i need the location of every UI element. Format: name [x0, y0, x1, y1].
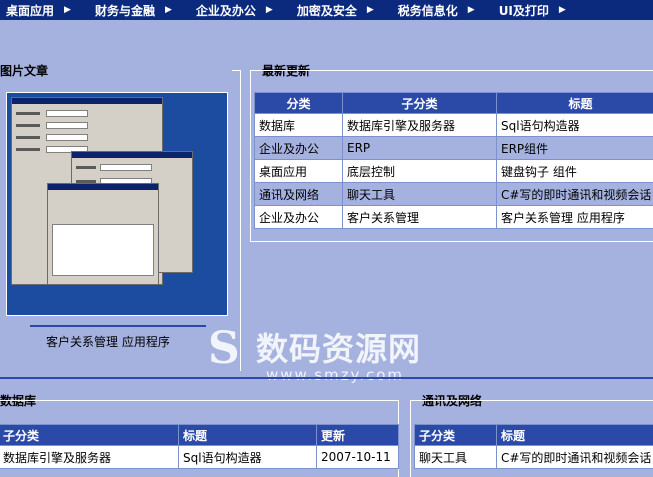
- thumb-grid: [52, 224, 154, 276]
- thumb-field: [100, 164, 152, 171]
- table-cell[interactable]: C#写的即时通讯和视频会话: [497, 446, 653, 469]
- table-row[interactable]: 通讯及网络 聊天工具 C#写的即时通讯和视频会话: [255, 183, 653, 206]
- watermark: S 数码资源网 www.smzy.com: [208, 322, 448, 392]
- table-cell[interactable]: 底层控制: [343, 160, 497, 183]
- nav-item-tax[interactable]: 税务信息化 ▶: [392, 2, 493, 19]
- thumb-label: [16, 136, 40, 139]
- nav-label[interactable]: 财务与金融: [89, 2, 161, 19]
- nav-item-desktop[interactable]: 桌面应用 ▶: [0, 2, 89, 19]
- column-header: 分类: [255, 93, 343, 114]
- column-header: 子分类: [0, 425, 179, 446]
- nav-label[interactable]: 加密及安全: [291, 2, 363, 19]
- table-row[interactable]: 企业及办公 ERP ERP组件: [255, 137, 653, 160]
- table-row[interactable]: 企业及办公 客户关系管理 客户关系管理 应用程序: [255, 206, 653, 229]
- table-header-row: 子分类 标题 更新: [0, 425, 399, 446]
- nav-label[interactable]: 企业及办公: [190, 2, 262, 19]
- table-cell[interactable]: 企业及办公: [255, 206, 343, 229]
- triangle-right-icon: ▶: [367, 5, 374, 15]
- watermark-url: www.smzy.com: [266, 366, 404, 384]
- triangle-right-icon: ▶: [559, 5, 566, 15]
- triangle-right-icon: ▶: [266, 5, 273, 15]
- table-row[interactable]: 数据库 数据库引擎及服务器 Sql语句构造器: [255, 114, 653, 137]
- thumb-label: [16, 148, 40, 151]
- table-cell[interactable]: 通讯及网络: [255, 183, 343, 206]
- nav-item-finance[interactable]: 财务与金融 ▶: [89, 2, 190, 19]
- column-header: 标题: [497, 425, 653, 446]
- thumb-field: [46, 134, 88, 141]
- table-header-row: 子分类 标题: [415, 425, 653, 446]
- triangle-right-icon: ▶: [64, 5, 71, 15]
- thumbnail-titlebar: [48, 184, 158, 190]
- table-cell[interactable]: Sql语句构造器: [497, 114, 653, 137]
- thumb-label: [16, 124, 40, 127]
- table-cell[interactable]: 2007-10-11: [317, 446, 399, 469]
- column-header: 子分类: [415, 425, 497, 446]
- triangle-right-icon: ▶: [165, 5, 172, 15]
- latest-updates-table: 分类 子分类 标题 数据库 数据库引擎及服务器 Sql语句构造器 企业及办公 E…: [254, 92, 653, 229]
- network-table: 子分类 标题 聊天工具 C#写的即时通讯和视频会话: [414, 424, 653, 469]
- thumb-field: [46, 122, 88, 129]
- thumb-field: [46, 110, 88, 117]
- column-header: 标题: [497, 93, 653, 114]
- watermark-logo: S: [208, 322, 254, 376]
- thumb-label: [16, 112, 40, 115]
- table-cell[interactable]: 数据库: [255, 114, 343, 137]
- watermark-text: 数码资源网: [256, 324, 421, 370]
- nav-label[interactable]: 税务信息化: [392, 2, 464, 19]
- thumbnail-caption[interactable]: 客户关系管理 应用程序: [46, 333, 170, 350]
- table-cell[interactable]: 客户关系管理: [343, 206, 497, 229]
- table-cell[interactable]: ERP: [343, 137, 497, 160]
- database-table: 子分类 标题 更新 数据库引擎及服务器 Sql语句构造器 2007-10-11: [0, 424, 399, 469]
- table-cell[interactable]: Sql语句构造器: [179, 446, 317, 469]
- table-row[interactable]: 数据库引擎及服务器 Sql语句构造器 2007-10-11: [0, 446, 399, 469]
- thumbnail-titlebar: [12, 98, 162, 104]
- thumbnail-grid-window: [47, 183, 159, 285]
- nav-label[interactable]: 桌面应用: [0, 2, 60, 19]
- nav-item-enterprise[interactable]: 企业及办公 ▶: [190, 2, 291, 19]
- table-row[interactable]: 聊天工具 C#写的即时通讯和视频会话: [415, 446, 653, 469]
- thumbnail-titlebar: [72, 152, 192, 158]
- table-cell[interactable]: 聊天工具: [343, 183, 497, 206]
- article-thumbnail[interactable]: [6, 92, 228, 316]
- caption-divider: [30, 325, 206, 327]
- table-row[interactable]: 桌面应用 底层控制 键盘钩子 组件: [255, 160, 653, 183]
- table-cell[interactable]: 键盘钩子 组件: [497, 160, 653, 183]
- table-header-row: 分类 子分类 标题: [255, 93, 653, 114]
- triangle-right-icon: ▶: [468, 5, 475, 15]
- table-cell[interactable]: 聊天工具: [415, 446, 497, 469]
- top-navigation: 桌面应用 ▶ 财务与金融 ▶ 企业及办公 ▶ 加密及安全 ▶ 税务信息化 ▶ UI及打印 ▶: [0, 0, 653, 20]
- column-header: 子分类: [343, 93, 497, 114]
- section-divider: [0, 377, 653, 379]
- nav-item-security[interactable]: 加密及安全 ▶: [291, 2, 392, 19]
- table-cell[interactable]: 客户关系管理 应用程序: [497, 206, 653, 229]
- nav-item-ui-print[interactable]: UI及打印 ▶: [493, 2, 584, 19]
- table-cell[interactable]: C#写的即时通讯和视频会话: [497, 183, 653, 206]
- table-cell[interactable]: 数据库引擎及服务器: [0, 446, 179, 469]
- thumb-label: [76, 166, 96, 169]
- table-cell[interactable]: 数据库引擎及服务器: [343, 114, 497, 137]
- column-header: 标题: [179, 425, 317, 446]
- nav-label[interactable]: UI及打印: [493, 2, 555, 19]
- table-cell[interactable]: 企业及办公: [255, 137, 343, 160]
- table-cell[interactable]: ERP组件: [497, 137, 653, 160]
- column-header: 更新: [317, 425, 399, 446]
- picture-article-title: 图片文章: [0, 62, 48, 79]
- table-cell[interactable]: 桌面应用: [255, 160, 343, 183]
